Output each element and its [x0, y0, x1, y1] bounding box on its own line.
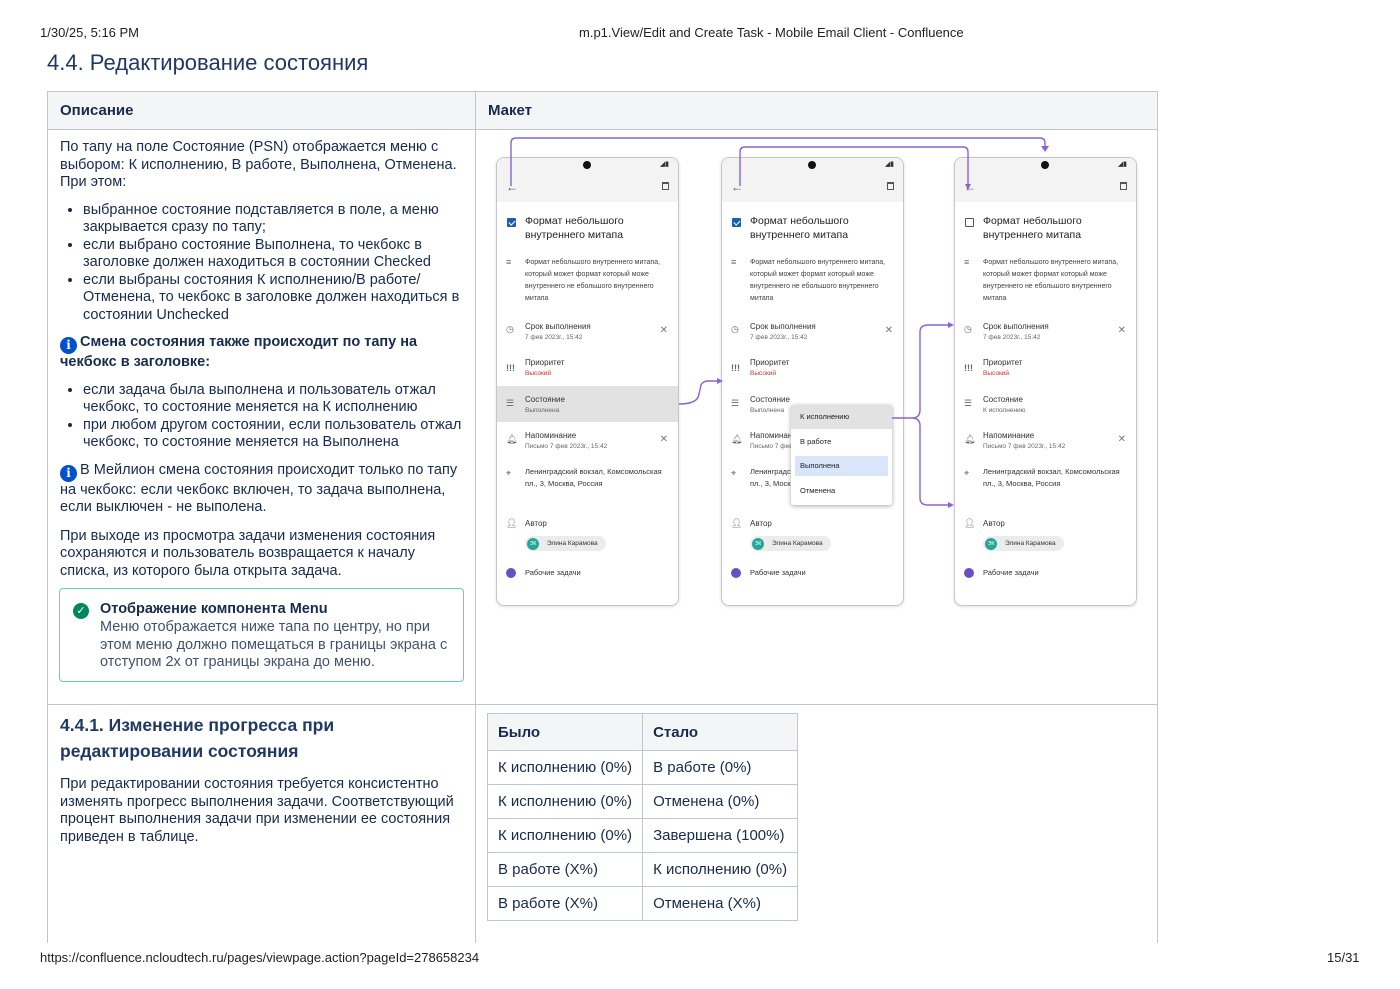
cell-after: К исполнению (0%)	[642, 852, 799, 887]
table-row: К исполнению (0%) В работе (0%)	[486, 750, 799, 785]
print-url: https://confluence.ncloudtech.ru/pages/v…	[40, 950, 480, 965]
flow-arrow-menu-branch	[892, 324, 950, 506]
arrowhead	[717, 378, 723, 384]
print-page-number: 15/31	[1327, 950, 1360, 965]
col-before: Было	[486, 713, 644, 751]
flow-arrow-status-to-menu	[678, 380, 718, 405]
arrowhead	[948, 502, 954, 508]
table-row: К исполнению (0%) Отменена (0%)	[486, 784, 799, 819]
flow-arrow-top-long	[510, 137, 1046, 186]
cell-after: Завершена (100%)	[642, 818, 799, 853]
cell-before: В работе (X%)	[486, 852, 644, 887]
cell-before: К исполнению (0%)	[486, 750, 644, 785]
table-row: К исполнению (0%) Завершена (100%)	[486, 818, 799, 853]
cell-after: Отменена (X%)	[642, 886, 799, 921]
col-after: Стало	[642, 713, 799, 751]
cell-before: В работе (X%)	[486, 886, 644, 921]
cell-before: К исполнению (0%)	[486, 784, 644, 819]
arrowhead	[948, 322, 954, 328]
subsection-text: При редактировании состояния требуется к…	[60, 776, 454, 845]
arrowhead	[1041, 146, 1049, 152]
arrowhead	[965, 184, 971, 190]
status-progress-table: Было Стало К исполнению (0%) В работе (0%…	[486, 713, 799, 921]
table-row: В работе (X%) К исполнению (0%)	[486, 852, 799, 887]
table-row: В работе (X%) Отменена (X%)	[486, 886, 799, 921]
cell-after: В работе (0%)	[642, 750, 799, 785]
subsection-heading: 4.4.1. Изменение прогресса при редактиро…	[60, 715, 335, 761]
cell-before: К исполнению (0%)	[486, 818, 644, 853]
table-header-row: Было Стало	[486, 713, 799, 751]
flow-arrow-top-short	[739, 146, 969, 186]
cell-after: Отменена (0%)	[642, 784, 799, 819]
